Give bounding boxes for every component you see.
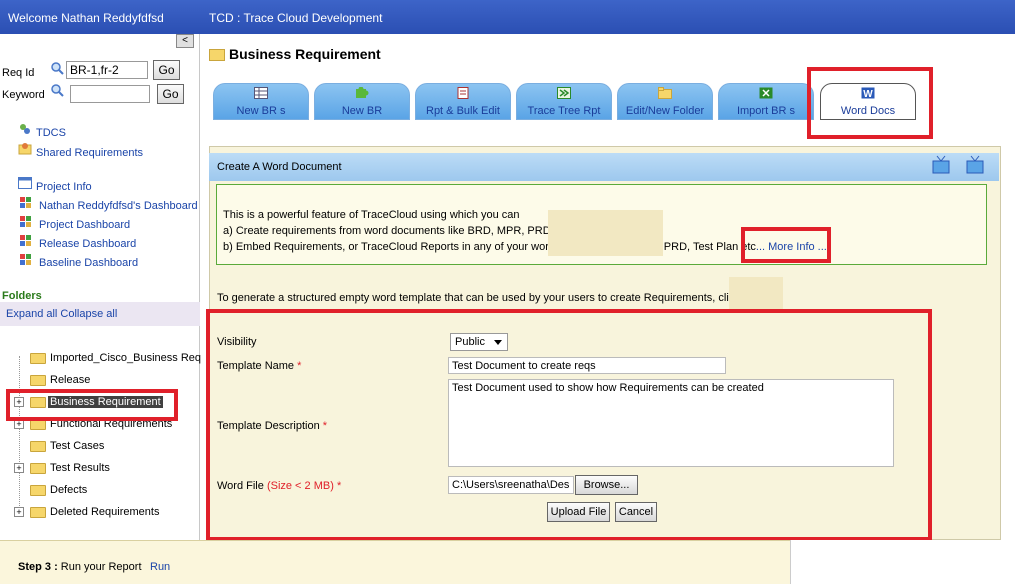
folder-icon — [30, 463, 46, 474]
tree-item-imported[interactable]: Imported_Cisco_Business Req — [14, 350, 201, 368]
excel-tree-icon — [557, 87, 571, 99]
step-text: Step 3 : Run your Report — [18, 561, 142, 573]
search-icon — [51, 62, 64, 75]
expand-icon[interactable]: + — [14, 507, 24, 517]
sidebar: < Req Id BR-1,fr-2 Go Keyword Go TDCS Sh… — [0, 34, 201, 540]
step-bar: Step 3 : Run your Report Run — [0, 540, 790, 584]
highlight-box-more-info — [741, 227, 831, 263]
highlight-box-form — [206, 309, 932, 541]
tree-item-test-cases[interactable]: Test Cases — [14, 438, 199, 456]
excel-icon — [759, 87, 773, 99]
folder-icon — [30, 485, 46, 496]
generate-text: To generate a structured empty word temp… — [217, 292, 729, 304]
link-baseline-dashboard[interactable]: Baseline Dashboard — [39, 257, 138, 269]
expand-collapse-links[interactable]: Expand all Collapse all — [6, 308, 117, 320]
section-title: Create A Word Document — [217, 161, 342, 173]
app-title: TCD : Trace Cloud Development — [209, 11, 383, 25]
tab-import-brs[interactable]: Import BR s — [718, 83, 814, 120]
folders-title: Folders — [2, 290, 42, 302]
keyword-label: Keyword — [2, 89, 45, 101]
main-panel: Business Requirement New BR s New BR Rpt… — [201, 34, 1015, 541]
tree-item-test-results[interactable]: + Test Results — [14, 460, 199, 478]
folder-icon — [658, 87, 672, 99]
tab-new-brs[interactable]: New BR s — [213, 83, 309, 120]
report-icon — [457, 87, 469, 99]
expand-icon[interactable]: + — [14, 463, 24, 473]
tab-new-br[interactable]: New BR — [314, 83, 410, 120]
folder-icon — [30, 353, 46, 364]
tv-icon[interactable] — [965, 155, 985, 175]
info-line-1: This is a powerful feature of TraceCloud… — [223, 209, 520, 221]
highlight-box-word-tab — [807, 67, 933, 139]
puzzle-icon — [356, 87, 369, 98]
keyword-input[interactable] — [70, 85, 150, 103]
dashboard-icon — [20, 197, 31, 208]
link-release-dashboard[interactable]: Release Dashboard — [39, 238, 136, 250]
tdcs-icon — [20, 124, 30, 134]
folder-icon — [30, 507, 46, 518]
link-my-dashboard[interactable]: Nathan Reddyfdfsd's Dashboard — [39, 200, 198, 212]
tree-item-deleted-requirements[interactable]: + Deleted Requirements — [14, 504, 199, 522]
info-line-2: a) Create requirements from word documen… — [223, 225, 560, 237]
tab-trace-tree-rpt[interactable]: Trace Tree Rpt — [516, 83, 612, 120]
section-header: Create A Word Document — [209, 153, 999, 181]
shared-icon — [18, 143, 32, 155]
tree-item-release[interactable]: Release — [14, 372, 199, 390]
highlight-box-tree — [6, 389, 178, 421]
keyword-go-button[interactable]: Go — [157, 84, 184, 104]
page-title: Business Requirement — [209, 46, 381, 62]
tv-icon[interactable] — [931, 155, 951, 175]
link-shared-requirements[interactable]: Shared Requirements — [36, 147, 143, 159]
req-id-go-button[interactable]: Go — [153, 60, 180, 80]
welcome-text: Welcome Nathan Reddyfdfsd — [8, 11, 164, 25]
dashboard-icon — [20, 254, 31, 265]
link-project-info[interactable]: Project Info — [36, 181, 92, 193]
tree-item-defects[interactable]: Defects — [14, 482, 199, 500]
link-project-dashboard[interactable]: Project Dashboard — [39, 219, 130, 231]
run-link[interactable]: Run — [150, 561, 170, 573]
folder-icon — [30, 375, 46, 386]
expand-collapse-bar: Expand all Collapse all — [0, 302, 200, 326]
link-tdcs[interactable]: TDCS — [36, 127, 66, 139]
redaction-block — [729, 277, 783, 309]
req-id-input[interactable]: BR-1,fr-2 — [66, 61, 148, 79]
info-icon — [18, 177, 32, 189]
redaction-block — [548, 210, 663, 256]
dashboard-icon — [20, 216, 31, 227]
tab-rpt-bulk-edit[interactable]: Rpt & Bulk Edit — [415, 83, 511, 120]
tab-edit-new-folder[interactable]: Edit/New Folder — [617, 83, 713, 120]
title-bar: Welcome Nathan Reddyfdfsd TCD : Trace Cl… — [0, 0, 1015, 34]
req-id-label: Req Id — [2, 67, 35, 79]
info-line-3: b) Embed Requirements, or TraceCloud Rep… — [223, 241, 827, 253]
folder-icon — [209, 49, 225, 62]
right-strip — [790, 540, 1015, 584]
table-icon — [254, 87, 268, 99]
dashboard-icon — [20, 235, 31, 246]
search-icon — [51, 84, 64, 97]
folder-icon — [30, 441, 46, 452]
collapse-sidebar-button[interactable]: < — [176, 34, 194, 48]
